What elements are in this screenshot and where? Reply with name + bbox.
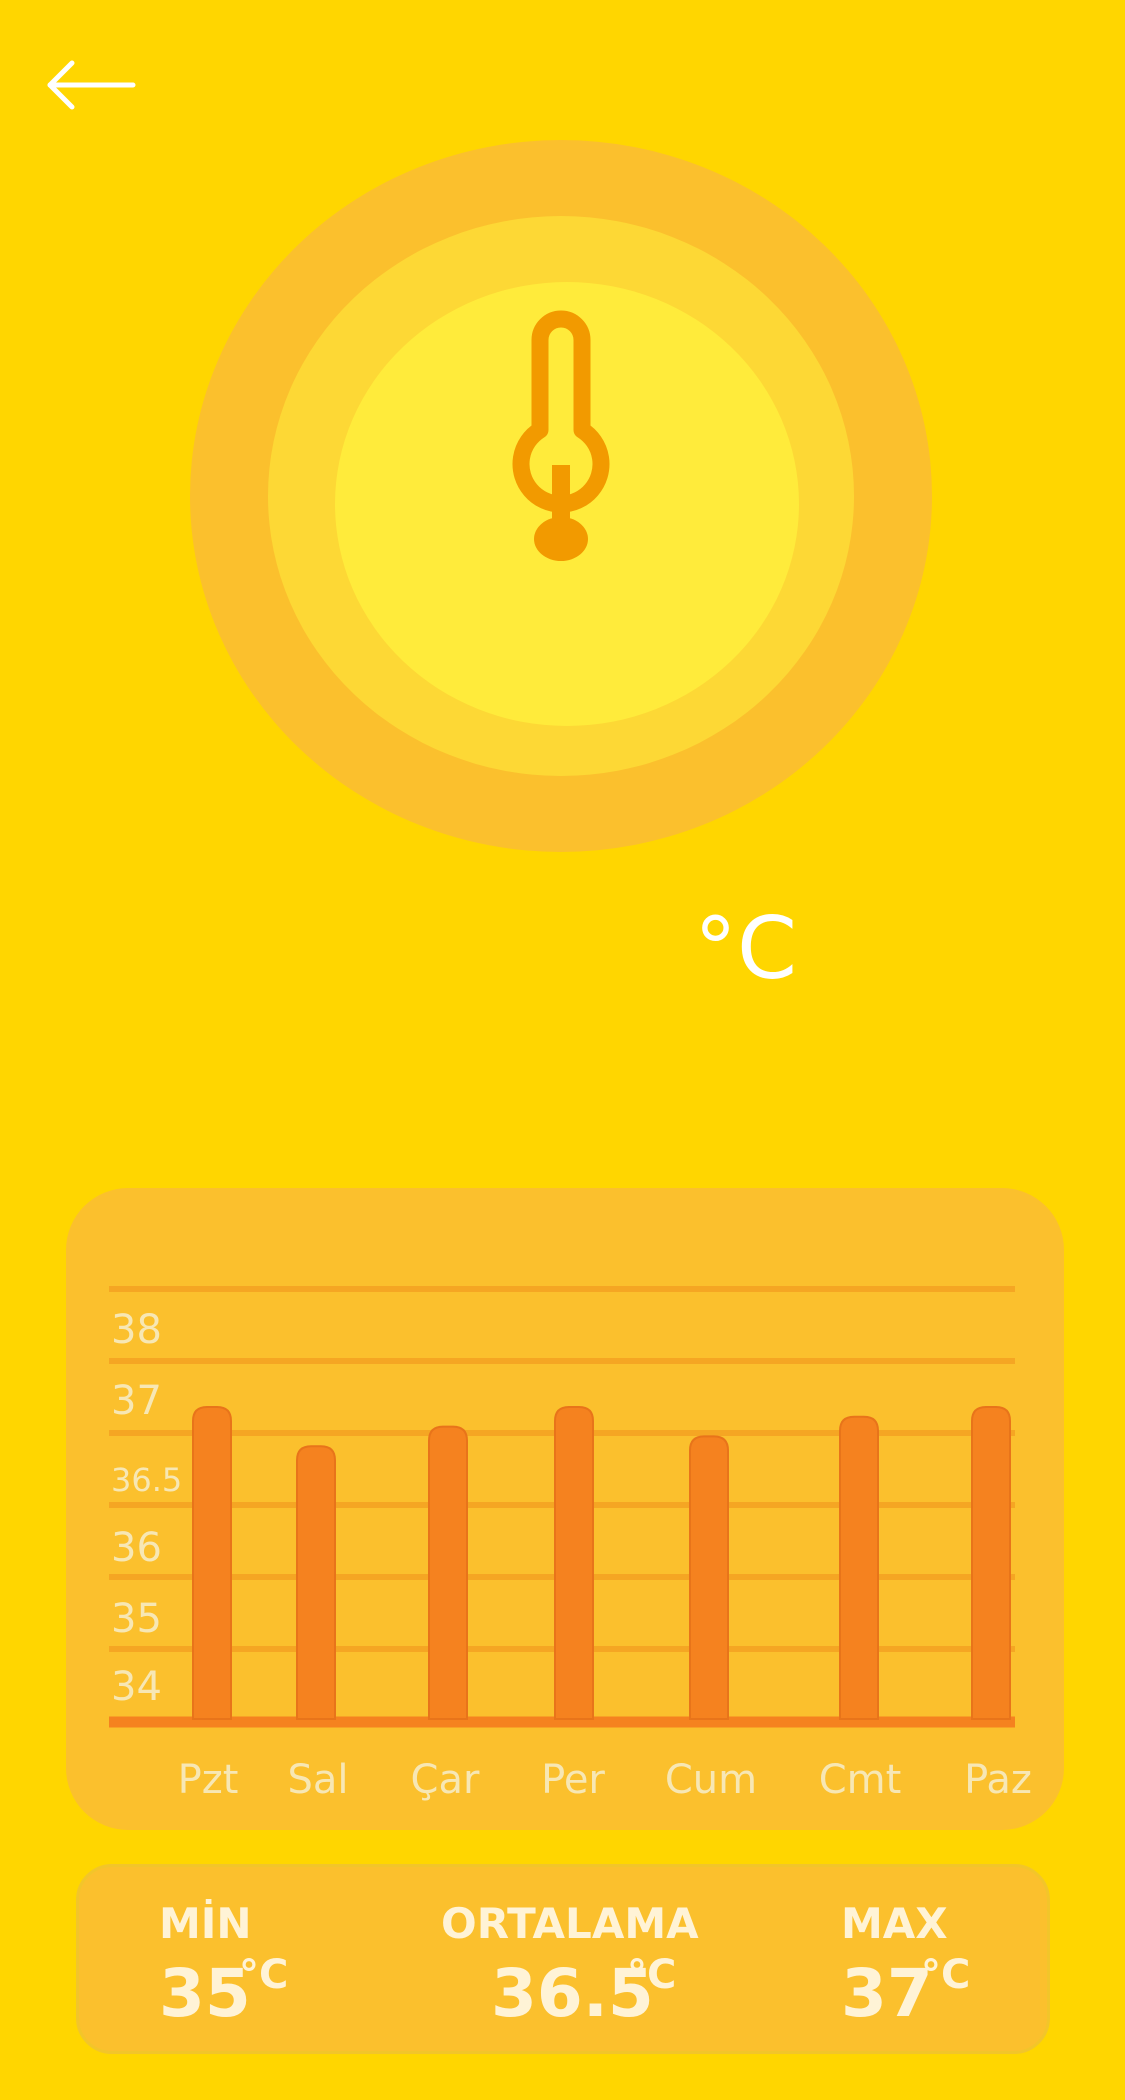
arrow-left-icon (47, 60, 136, 110)
temperature-gauge (190, 140, 932, 852)
max-unit: °C (921, 1952, 971, 1998)
temperature-unit: °C (694, 899, 798, 999)
max-value: 37 (841, 1955, 933, 2032)
temperature-screen: °C 38 37 36.5 36 35 34 Pzt Sal Çar Per Cum Cmt Paz … (0, 0, 1125, 2100)
min-unit: °C (239, 1952, 289, 1998)
average-unit: °C (627, 1952, 677, 1998)
average-stat: ORTALAMA 36.5 °C (441, 1899, 699, 2027)
weekly-chart-card (66, 1188, 1064, 1830)
max-stat: MAX 37 °C (841, 1899, 970, 2027)
stats-card: MİN 35 °C ORTALAMA 36.5 °C MAX 37 °C (76, 1864, 1050, 2054)
min-value: 35 (159, 1955, 251, 2032)
max-label: MAX (841, 1899, 948, 1948)
back-button[interactable] (40, 55, 140, 115)
min-label: MİN (159, 1899, 252, 1948)
min-stat: MİN 35 °C (159, 1899, 288, 2027)
average-label: ORTALAMA (441, 1899, 699, 1948)
